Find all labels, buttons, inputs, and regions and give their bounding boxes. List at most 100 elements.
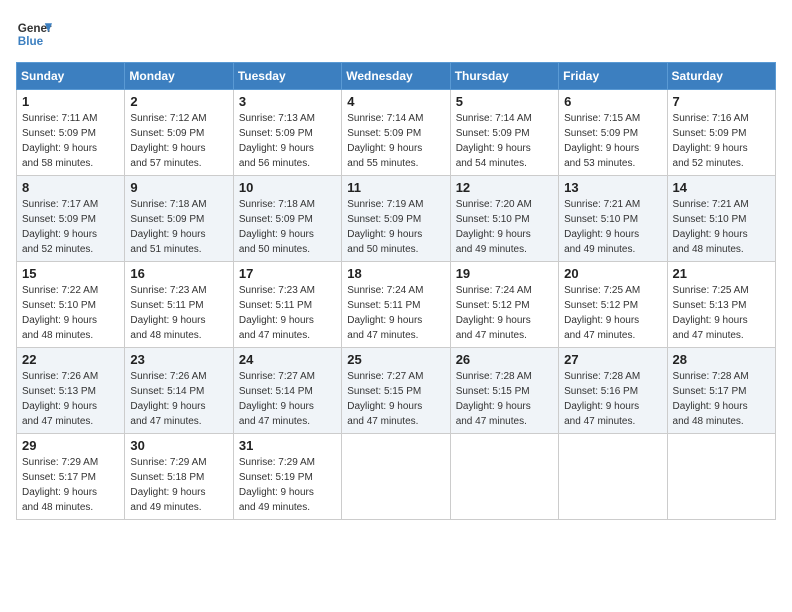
day-info: Sunrise: 7:29 AM Sunset: 5:17 PM Dayligh… [22, 455, 119, 515]
calendar-header-row: SundayMondayTuesdayWednesdayThursdayFrid… [17, 63, 776, 90]
logo: General Blue [16, 16, 52, 52]
day-info: Sunrise: 7:26 AM Sunset: 5:13 PM Dayligh… [22, 369, 119, 429]
day-info: Sunrise: 7:18 AM Sunset: 5:09 PM Dayligh… [239, 197, 336, 257]
calendar-cell: 4 Sunrise: 7:14 AM Sunset: 5:09 PM Dayli… [342, 90, 450, 176]
calendar-cell: 1 Sunrise: 7:11 AM Sunset: 5:09 PM Dayli… [17, 90, 125, 176]
day-number: 27 [564, 352, 661, 367]
day-of-week-header: Monday [125, 63, 233, 90]
day-number: 13 [564, 180, 661, 195]
calendar-cell: 12 Sunrise: 7:20 AM Sunset: 5:10 PM Dayl… [450, 176, 558, 262]
day-number: 30 [130, 438, 227, 453]
calendar-cell: 30 Sunrise: 7:29 AM Sunset: 5:18 PM Dayl… [125, 434, 233, 520]
day-of-week-header: Friday [559, 63, 667, 90]
day-number: 26 [456, 352, 553, 367]
day-info: Sunrise: 7:19 AM Sunset: 5:09 PM Dayligh… [347, 197, 444, 257]
day-of-week-header: Thursday [450, 63, 558, 90]
calendar-week-row: 29 Sunrise: 7:29 AM Sunset: 5:17 PM Dayl… [17, 434, 776, 520]
calendar-cell: 24 Sunrise: 7:27 AM Sunset: 5:14 PM Dayl… [233, 348, 341, 434]
calendar-week-row: 8 Sunrise: 7:17 AM Sunset: 5:09 PM Dayli… [17, 176, 776, 262]
day-info: Sunrise: 7:16 AM Sunset: 5:09 PM Dayligh… [673, 111, 770, 171]
logo-icon: General Blue [16, 16, 52, 52]
day-number: 31 [239, 438, 336, 453]
day-of-week-header: Sunday [17, 63, 125, 90]
day-info: Sunrise: 7:28 AM Sunset: 5:16 PM Dayligh… [564, 369, 661, 429]
day-number: 19 [456, 266, 553, 281]
day-number: 12 [456, 180, 553, 195]
calendar-cell: 6 Sunrise: 7:15 AM Sunset: 5:09 PM Dayli… [559, 90, 667, 176]
day-info: Sunrise: 7:21 AM Sunset: 5:10 PM Dayligh… [564, 197, 661, 257]
calendar-cell: 7 Sunrise: 7:16 AM Sunset: 5:09 PM Dayli… [667, 90, 775, 176]
day-info: Sunrise: 7:21 AM Sunset: 5:10 PM Dayligh… [673, 197, 770, 257]
calendar-week-row: 15 Sunrise: 7:22 AM Sunset: 5:10 PM Dayl… [17, 262, 776, 348]
day-number: 18 [347, 266, 444, 281]
day-of-week-header: Tuesday [233, 63, 341, 90]
day-number: 4 [347, 94, 444, 109]
calendar-cell: 16 Sunrise: 7:23 AM Sunset: 5:11 PM Dayl… [125, 262, 233, 348]
calendar-cell: 23 Sunrise: 7:26 AM Sunset: 5:14 PM Dayl… [125, 348, 233, 434]
day-number: 2 [130, 94, 227, 109]
day-number: 5 [456, 94, 553, 109]
calendar-cell [342, 434, 450, 520]
calendar-cell [559, 434, 667, 520]
calendar-cell: 28 Sunrise: 7:28 AM Sunset: 5:17 PM Dayl… [667, 348, 775, 434]
calendar-cell [667, 434, 775, 520]
day-number: 6 [564, 94, 661, 109]
day-number: 7 [673, 94, 770, 109]
day-number: 28 [673, 352, 770, 367]
calendar-week-row: 1 Sunrise: 7:11 AM Sunset: 5:09 PM Dayli… [17, 90, 776, 176]
day-number: 20 [564, 266, 661, 281]
day-number: 1 [22, 94, 119, 109]
day-info: Sunrise: 7:13 AM Sunset: 5:09 PM Dayligh… [239, 111, 336, 171]
day-number: 8 [22, 180, 119, 195]
calendar-cell: 20 Sunrise: 7:25 AM Sunset: 5:12 PM Dayl… [559, 262, 667, 348]
calendar-body: 1 Sunrise: 7:11 AM Sunset: 5:09 PM Dayli… [17, 90, 776, 520]
day-info: Sunrise: 7:18 AM Sunset: 5:09 PM Dayligh… [130, 197, 227, 257]
calendar-cell: 13 Sunrise: 7:21 AM Sunset: 5:10 PM Dayl… [559, 176, 667, 262]
day-info: Sunrise: 7:27 AM Sunset: 5:14 PM Dayligh… [239, 369, 336, 429]
calendar-cell: 26 Sunrise: 7:28 AM Sunset: 5:15 PM Dayl… [450, 348, 558, 434]
calendar-cell: 10 Sunrise: 7:18 AM Sunset: 5:09 PM Dayl… [233, 176, 341, 262]
calendar-cell: 19 Sunrise: 7:24 AM Sunset: 5:12 PM Dayl… [450, 262, 558, 348]
day-number: 3 [239, 94, 336, 109]
svg-text:Blue: Blue [18, 35, 44, 48]
calendar-cell: 2 Sunrise: 7:12 AM Sunset: 5:09 PM Dayli… [125, 90, 233, 176]
calendar-cell: 18 Sunrise: 7:24 AM Sunset: 5:11 PM Dayl… [342, 262, 450, 348]
day-info: Sunrise: 7:28 AM Sunset: 5:17 PM Dayligh… [673, 369, 770, 429]
day-of-week-header: Saturday [667, 63, 775, 90]
day-number: 11 [347, 180, 444, 195]
calendar-cell: 11 Sunrise: 7:19 AM Sunset: 5:09 PM Dayl… [342, 176, 450, 262]
day-info: Sunrise: 7:24 AM Sunset: 5:11 PM Dayligh… [347, 283, 444, 343]
day-of-week-header: Wednesday [342, 63, 450, 90]
calendar-cell: 25 Sunrise: 7:27 AM Sunset: 5:15 PM Dayl… [342, 348, 450, 434]
day-info: Sunrise: 7:29 AM Sunset: 5:19 PM Dayligh… [239, 455, 336, 515]
calendar-cell [450, 434, 558, 520]
day-info: Sunrise: 7:14 AM Sunset: 5:09 PM Dayligh… [347, 111, 444, 171]
day-number: 15 [22, 266, 119, 281]
day-info: Sunrise: 7:15 AM Sunset: 5:09 PM Dayligh… [564, 111, 661, 171]
day-number: 9 [130, 180, 227, 195]
calendar-cell: 29 Sunrise: 7:29 AM Sunset: 5:17 PM Dayl… [17, 434, 125, 520]
day-info: Sunrise: 7:12 AM Sunset: 5:09 PM Dayligh… [130, 111, 227, 171]
day-info: Sunrise: 7:17 AM Sunset: 5:09 PM Dayligh… [22, 197, 119, 257]
day-number: 29 [22, 438, 119, 453]
day-info: Sunrise: 7:26 AM Sunset: 5:14 PM Dayligh… [130, 369, 227, 429]
day-number: 24 [239, 352, 336, 367]
day-number: 21 [673, 266, 770, 281]
day-number: 10 [239, 180, 336, 195]
calendar-cell: 27 Sunrise: 7:28 AM Sunset: 5:16 PM Dayl… [559, 348, 667, 434]
day-info: Sunrise: 7:14 AM Sunset: 5:09 PM Dayligh… [456, 111, 553, 171]
day-info: Sunrise: 7:23 AM Sunset: 5:11 PM Dayligh… [239, 283, 336, 343]
day-number: 17 [239, 266, 336, 281]
day-info: Sunrise: 7:24 AM Sunset: 5:12 PM Dayligh… [456, 283, 553, 343]
calendar-week-row: 22 Sunrise: 7:26 AM Sunset: 5:13 PM Dayl… [17, 348, 776, 434]
calendar-cell: 3 Sunrise: 7:13 AM Sunset: 5:09 PM Dayli… [233, 90, 341, 176]
calendar-cell: 8 Sunrise: 7:17 AM Sunset: 5:09 PM Dayli… [17, 176, 125, 262]
day-info: Sunrise: 7:11 AM Sunset: 5:09 PM Dayligh… [22, 111, 119, 171]
day-info: Sunrise: 7:25 AM Sunset: 5:12 PM Dayligh… [564, 283, 661, 343]
day-info: Sunrise: 7:20 AM Sunset: 5:10 PM Dayligh… [456, 197, 553, 257]
calendar-cell: 14 Sunrise: 7:21 AM Sunset: 5:10 PM Dayl… [667, 176, 775, 262]
day-number: 22 [22, 352, 119, 367]
day-info: Sunrise: 7:25 AM Sunset: 5:13 PM Dayligh… [673, 283, 770, 343]
calendar-cell: 22 Sunrise: 7:26 AM Sunset: 5:13 PM Dayl… [17, 348, 125, 434]
day-number: 25 [347, 352, 444, 367]
